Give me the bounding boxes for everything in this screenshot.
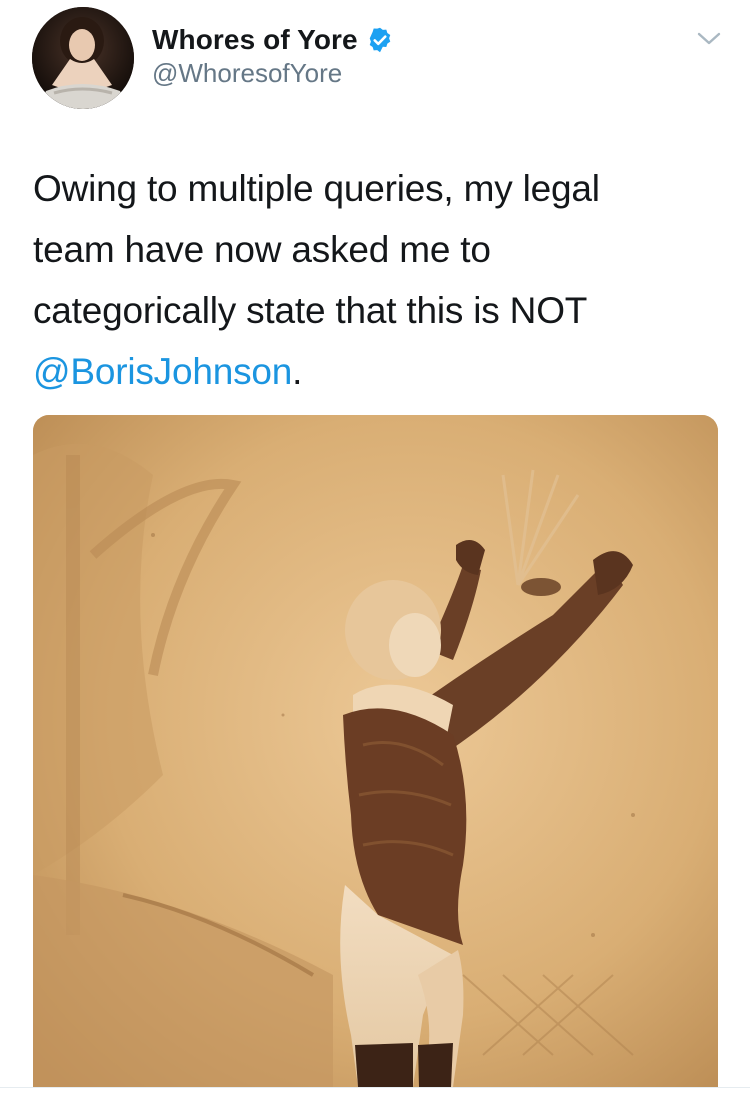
bottom-divider — [0, 1087, 750, 1105]
tweet-text-line: team have now asked me to — [33, 229, 491, 270]
author-avatar[interactable] — [32, 7, 134, 109]
tweet-text-line: categorically state that this is NOT — [33, 290, 588, 331]
author-handle[interactable]: @WhoresofYore — [152, 58, 342, 89]
tweet-text-line-mention: @BorisJohnson. — [33, 341, 723, 402]
tweet-text-line: Owing to multiple queries, my legal — [33, 168, 600, 209]
mention-suffix: . — [292, 351, 303, 392]
tweet-text: Owing to multiple queries, my legal team… — [33, 158, 723, 402]
verified-badge-icon — [366, 26, 394, 54]
mention-link[interactable]: @BorisJohnson — [33, 351, 292, 392]
author-display-name[interactable]: Whores of Yore — [152, 24, 358, 56]
tweet: Whores of Yore @WhoresofYore Owing to mu… — [0, 0, 750, 1105]
author-name-row[interactable]: Whores of Yore — [152, 22, 394, 58]
tweet-photo[interactable] — [33, 415, 718, 1087]
chevron-down-icon[interactable] — [696, 30, 722, 48]
